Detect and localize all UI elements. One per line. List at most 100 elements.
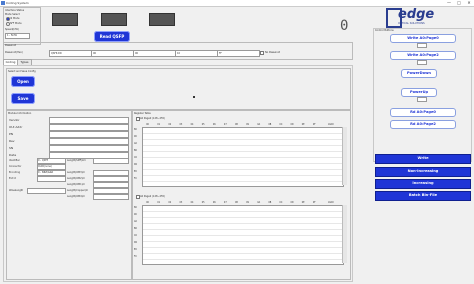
page2-column-header: 0D — [290, 201, 294, 204]
i2-mode-label: I2 Mode — [10, 17, 20, 20]
password-byte-2[interactable]: 00 — [133, 50, 176, 57]
page2-column-header: 09 — [246, 201, 249, 204]
logo-subtitle: OPTICAL SOLUTIONS — [398, 22, 425, 25]
length-copper-label: Length(Copper)m — [67, 189, 89, 192]
page2-row-header: F0 — [134, 255, 137, 258]
status-indicator-2 — [101, 13, 127, 26]
password-byte-3[interactable]: 10 — [175, 50, 218, 57]
page2-row-header: 90 — [134, 213, 137, 216]
page0-row-header: 80 — [134, 128, 137, 131]
page2-register-grid[interactable] — [142, 205, 344, 265]
write-page2-spinner[interactable] — [417, 60, 427, 65]
write-button[interactable]: Write — [375, 154, 471, 164]
marker-dot — [193, 96, 195, 98]
maximize-button[interactable]: □ — [454, 0, 464, 6]
interface-status-group: Interface Status Mode Select I2 Mode SFF… — [3, 7, 41, 45]
date-label: Date — [9, 153, 17, 157]
length-om2-label: Length(OM2)m — [67, 177, 85, 180]
write-page0-button[interactable]: Write A0:Page0 — [390, 34, 456, 43]
coding-panel: Select and Save Config Open Save Module … — [3, 65, 353, 282]
module-type-select[interactable]: QSFP-DD — [49, 50, 92, 57]
power-down-button[interactable]: PowerDown — [401, 69, 437, 78]
sff-mode-label: SFF Mode — [10, 22, 22, 25]
connector-label: Connector — [9, 165, 22, 168]
page0-scrollbar[interactable] — [342, 127, 347, 185]
write-page0-spinner[interactable] — [417, 43, 427, 48]
close-button[interactable]: ✕ — [464, 0, 474, 6]
page0-column-header: 0D — [290, 123, 294, 126]
page2-column-header: 0F — [312, 201, 316, 204]
page2-row-header: 80 — [134, 206, 137, 209]
power-up-spinner[interactable] — [417, 97, 427, 102]
read-page0-button[interactable]: Rd A0:Page0 — [390, 108, 456, 117]
vendor-field[interactable] — [49, 117, 129, 124]
file-group: Select and Save Config Open Save — [6, 68, 351, 110]
module-info-group: Module Information Vendor OUI Addr PN Re… — [6, 110, 132, 280]
page0-column-header: 08 — [235, 123, 238, 126]
app-icon — [1, 1, 5, 5]
length-om4-label: Length(OM4)m — [67, 195, 85, 198]
no-password-checkbox[interactable] — [260, 51, 265, 56]
page2-table-title: A0 Page2 (128~255) — [140, 195, 165, 198]
non-increasing-button[interactable]: Non-Increasing — [375, 167, 471, 177]
page2-column-header: 05 — [201, 201, 205, 204]
no-password-label: No Password — [265, 51, 281, 54]
status-indicator-3 — [149, 13, 175, 26]
length-om4-field[interactable] — [93, 194, 129, 200]
write-page2-button[interactable]: Write A0:Page2 — [390, 51, 456, 60]
open-button[interactable]: Open — [11, 76, 35, 87]
logo-text: edge — [398, 7, 435, 22]
status-indicator-1 — [52, 13, 78, 26]
speed-select[interactable]: 1 - 5kHz — [5, 33, 30, 39]
oui-field[interactable] — [49, 124, 129, 131]
page0-column-header: 02 — [168, 123, 172, 126]
page0-column-header: 05 — [201, 123, 205, 126]
wavelength-field[interactable] — [27, 188, 66, 194]
pn-field[interactable] — [49, 131, 129, 138]
page0-row-header: 90 — [134, 135, 137, 138]
page2-column-header: 0C — [279, 201, 283, 204]
page2-row-header: B0 — [134, 227, 137, 230]
page2-column-header: 0A — [257, 201, 261, 204]
increasing-button[interactable]: Increasing — [375, 179, 471, 189]
page2-column-header: 02 — [168, 201, 172, 204]
password-byte-4[interactable]: FF — [217, 50, 260, 57]
read-qsfp-button[interactable]: Read QSFP — [94, 31, 130, 42]
minimize-button[interactable]: — — [444, 0, 454, 6]
password-hex-label: Password(Hex) — [5, 51, 23, 54]
page0-column-header: 09 — [246, 123, 249, 126]
length-smf-field[interactable] — [93, 158, 129, 164]
sn-label: SN — [9, 146, 14, 150]
rev-label: Rev — [9, 139, 15, 143]
page0-column-header: 00 — [146, 123, 149, 126]
read-page2-button[interactable]: Rd A0:Page2 — [390, 120, 456, 129]
page0-row-header: D0 — [134, 163, 138, 166]
window-title: Coding System — [6, 1, 29, 5]
page2-column-header: 0B — [268, 201, 272, 204]
batch-bin-file-button[interactable]: Batch Bin-File — [375, 191, 471, 201]
password-byte-1[interactable]: 00 — [91, 50, 134, 57]
ext-id-field[interactable] — [37, 176, 66, 182]
page0-row-header: B0 — [134, 149, 137, 152]
page0-column-header: 0C — [279, 123, 283, 126]
page2-column-header: 04 — [190, 201, 194, 204]
power-up-button[interactable]: PowerUp — [401, 88, 437, 97]
page0-column-header: 06 — [212, 123, 216, 126]
page2-scrollbar[interactable] — [342, 205, 347, 263]
page0-register-grid[interactable] — [142, 127, 344, 187]
length-smf-label: Length(SMF)km — [67, 159, 86, 162]
rev-field[interactable] — [49, 138, 129, 145]
oui-label: OUI Addr — [9, 125, 23, 129]
ext-id-label: Ext Id — [9, 177, 16, 180]
sn-field[interactable] — [49, 145, 129, 152]
page2-row-header: A0 — [134, 220, 137, 223]
page0-row-header: A0 — [134, 142, 137, 145]
password-group: Password Password(Hex) QSFP-DD 00 00 10 … — [3, 42, 353, 60]
file-group-label: Select and Save Config — [8, 70, 36, 73]
page2-column-header: 08 — [235, 201, 238, 204]
module-info-label: Module Information — [8, 112, 32, 115]
wavelength-label: Wavelength — [9, 189, 24, 192]
save-button[interactable]: Save — [11, 93, 35, 104]
page0-column-header: 0E — [301, 123, 305, 126]
page2-column-header: 06 — [212, 201, 216, 204]
